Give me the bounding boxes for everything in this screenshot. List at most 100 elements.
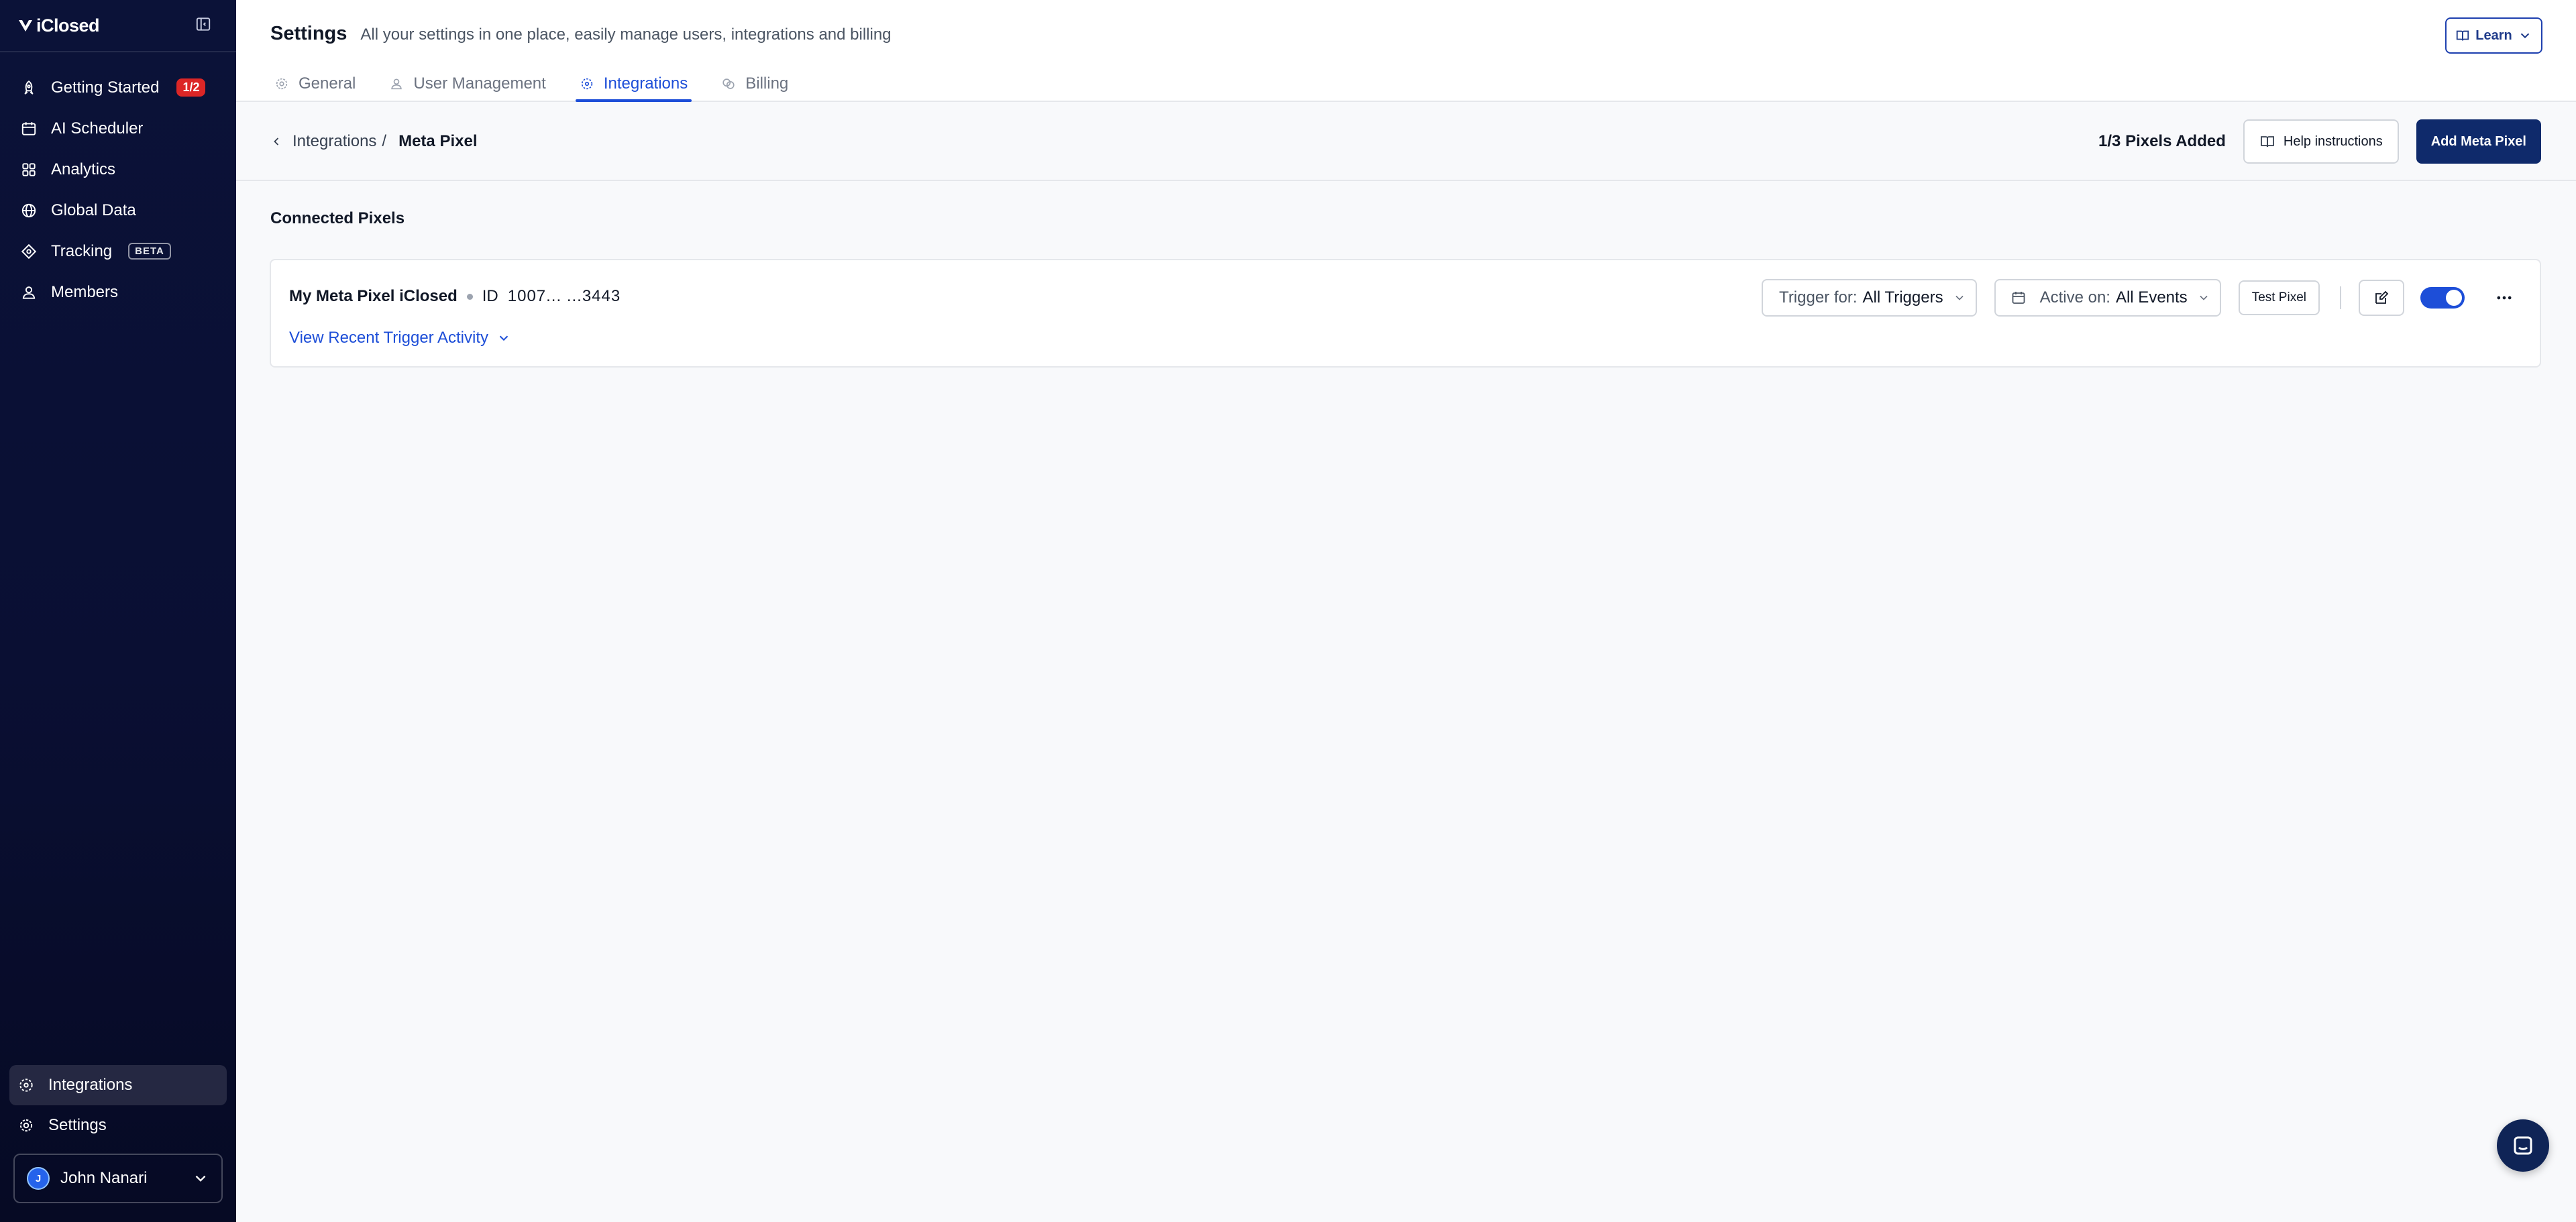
tab-label: General [299, 74, 356, 93]
target-icon [21, 243, 37, 259]
sidebar-item-label: AI Scheduler [51, 119, 144, 137]
sidebar-collapse-icon[interactable] [195, 15, 212, 36]
sidebar-item-label: Getting Started [51, 78, 160, 97]
section-title: Connected Pixels [270, 209, 405, 227]
sidebar-nav: Getting Started 1/2 AI Scheduler Analyti… [0, 52, 236, 313]
tab-user-management[interactable]: User Management [385, 66, 549, 102]
chevron-down-icon [2520, 33, 2529, 39]
sidebar-item-getting-started[interactable]: Getting Started 1/2 [0, 67, 236, 108]
sidebar-header: iClosed [0, 0, 236, 52]
book-icon [2457, 30, 2469, 41]
tab-label: Integrations [603, 74, 688, 93]
calendar-icon [2012, 292, 2025, 304]
sidebar-item-tracking[interactable]: Tracking BETA [0, 231, 236, 272]
sidebar-item-integrations[interactable]: Integrations [9, 1065, 227, 1105]
page-subtitle: All your settings in one place, easily m… [360, 25, 892, 44]
app-logo[interactable]: iClosed [17, 15, 100, 36]
rocket-icon [24, 80, 34, 95]
integrations-icon [581, 78, 592, 90]
user-name: John Nanari [60, 1169, 148, 1187]
breadcrumb-integrations[interactable]: Integrations [292, 132, 376, 151]
chat-launcher-button[interactable] [2497, 1119, 2549, 1172]
pixel-enabled-toggle[interactable] [2420, 287, 2465, 309]
chat-icon [2514, 1136, 2532, 1155]
gear-icon [19, 1119, 33, 1132]
breadcrumb-current: Meta Pixel [398, 132, 478, 150]
globe-icon [21, 203, 36, 217]
test-pixel-button[interactable]: Test Pixel [2238, 280, 2320, 315]
tab-integrations[interactable]: Integrations [575, 66, 692, 102]
settings-header: Settings All your settings in one place,… [236, 0, 2576, 102]
book-icon [2260, 136, 2274, 148]
user-icon [391, 78, 402, 90]
logo-mark-icon [19, 20, 32, 32]
learn-button[interactable]: Learn [2445, 17, 2542, 54]
chevron-down-icon [1955, 295, 1964, 300]
tab-label: Billing [745, 74, 789, 93]
toolbar-actions: 1/3 Pixels Added Help instructions Add M… [2098, 119, 2541, 164]
tab-general[interactable]: General [270, 66, 360, 102]
active-on-select[interactable]: Active on: All Events [1994, 279, 2221, 317]
progress-badge: 1/2 [176, 78, 206, 97]
pixel-count: 1/3 Pixels Added [2098, 132, 2226, 150]
user-icon [22, 286, 36, 299]
pixel-info: My Meta Pixel iClosed ID 1007... ...3443 [289, 287, 621, 306]
chevron-down-icon [499, 335, 508, 341]
sidebar-item-members[interactable]: Members [0, 272, 236, 313]
chevron-left-icon[interactable] [270, 135, 283, 148]
divider [2340, 286, 2341, 309]
coins-icon [722, 78, 735, 89]
sidebar-item-ai-scheduler[interactable]: AI Scheduler [0, 108, 236, 149]
pixel-id-label: ID [482, 287, 498, 305]
active-label: Active on: [2039, 288, 2110, 307]
chevron-down-icon [2200, 295, 2208, 300]
help-instructions-button[interactable]: Help instructions [2243, 119, 2399, 164]
add-label: Add Meta Pixel [2430, 133, 2526, 149]
activity-link-label: View Recent Trigger Activity [289, 329, 489, 347]
settings-tabs: General User Management Integrations Bil… [270, 66, 818, 102]
meta-pixel-toolbar: Integrations / Meta Pixel 1/3 Pixels Add… [236, 102, 2576, 181]
grid-icon [22, 162, 36, 176]
tab-label: User Management [413, 74, 546, 93]
breadcrumb-separator: / [382, 132, 387, 150]
add-meta-pixel-button[interactable]: Add Meta Pixel [2416, 119, 2541, 164]
avatar: J [27, 1167, 50, 1190]
more-options-button[interactable] [2493, 286, 2516, 309]
toggle-knob [2446, 290, 2462, 306]
sidebar-bottom: Integrations Settings J John Nanari [0, 1065, 236, 1222]
learn-label: Learn [2475, 27, 2512, 43]
pixel-card: My Meta Pixel iClosed ID 1007... ...3443… [270, 259, 2541, 368]
sidebar-item-label: Integrations [48, 1076, 133, 1094]
beta-badge: BETA [128, 243, 171, 260]
trigger-label: Trigger for: [1779, 288, 1858, 307]
tab-billing[interactable]: Billing [717, 66, 792, 102]
edit-icon [2375, 290, 2389, 304]
edit-pixel-button[interactable] [2359, 280, 2404, 316]
test-label: Test Pixel [2251, 290, 2306, 304]
more-horizontal-icon [2497, 296, 2512, 300]
sidebar-item-settings[interactable]: Settings [0, 1105, 236, 1146]
main-content: Settings All your settings in one place,… [236, 0, 2576, 1222]
separator-dot [466, 293, 473, 300]
chevron-down-icon [195, 1175, 206, 1182]
trigger-value: All Triggers [1862, 288, 1943, 307]
calendar-icon [21, 121, 36, 135]
pixel-id-value: 1007... ...3443 [507, 287, 621, 305]
pixel-controls: Trigger for: All Triggers Active on: All… [1762, 279, 2516, 317]
sidebar-item-global-data[interactable]: Global Data [0, 190, 236, 231]
sidebar-item-label: Members [51, 282, 119, 301]
title-row: Settings All your settings in one place,… [270, 23, 892, 45]
sidebar-item-label: Global Data [51, 201, 136, 219]
trigger-select[interactable]: Trigger for: All Triggers [1762, 279, 1977, 317]
active-value: All Events [2115, 288, 2188, 307]
gear-icon [276, 78, 288, 90]
user-menu[interactable]: J John Nanari [13, 1154, 223, 1203]
sidebar-item-label: Settings [48, 1116, 107, 1134]
integrations-icon [19, 1078, 33, 1092]
sidebar-item-analytics[interactable]: Analytics [0, 149, 236, 190]
view-trigger-activity-link[interactable]: View Recent Trigger Activity [289, 329, 511, 347]
breadcrumb: Integrations / Meta Pixel [270, 102, 477, 181]
logo-text: iClosed [36, 15, 100, 36]
page-title: Settings [270, 23, 347, 44]
pixel-name: My Meta Pixel iClosed [289, 287, 458, 305]
